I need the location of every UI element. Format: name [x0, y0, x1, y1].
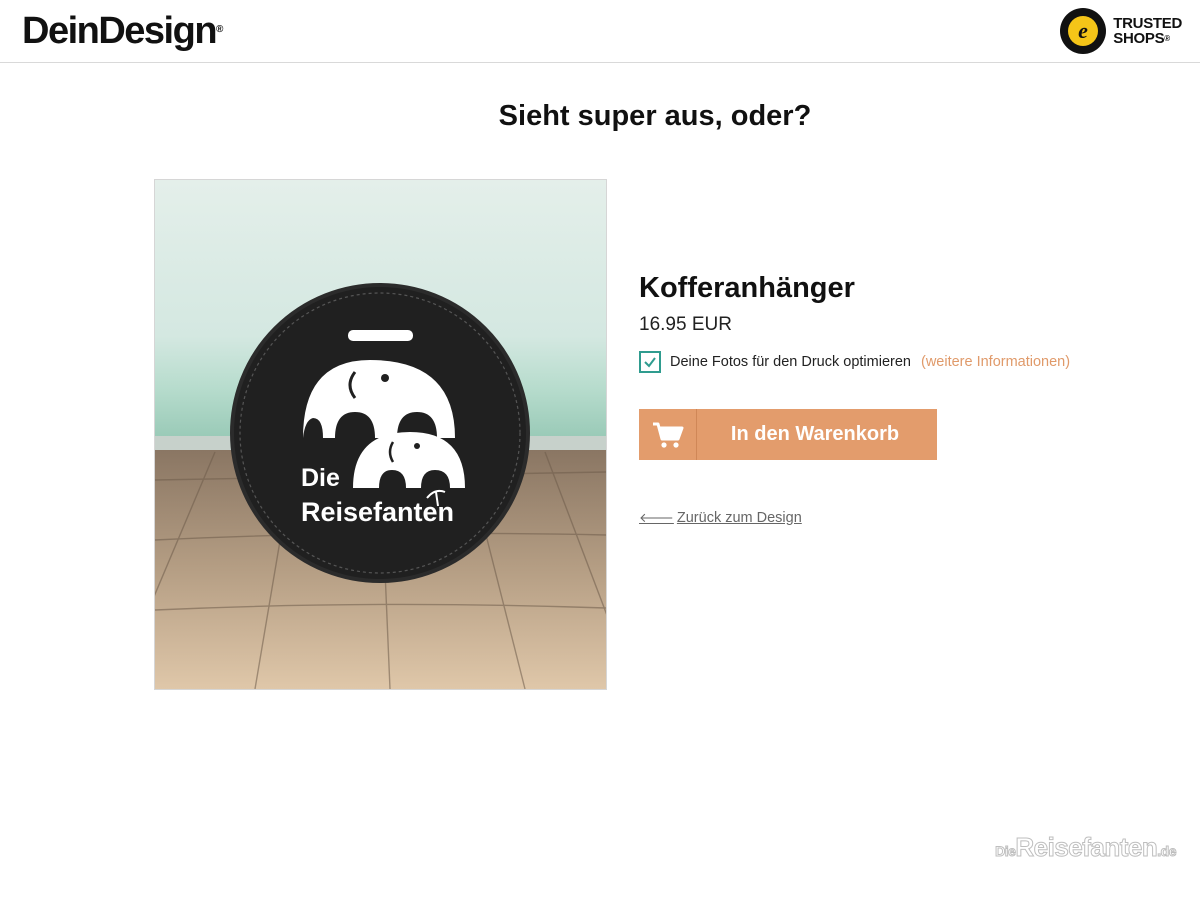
arrow-left-icon: 🡐 — [639, 510, 674, 525]
page-title: Sieht super aus, oder? — [498, 100, 812, 132]
back-to-design-link[interactable]: 🡐 Zurück zum Design — [639, 510, 802, 526]
back-to-design-label: Zurück zum Design — [676, 510, 802, 526]
add-to-cart-button[interactable]: In den Warenkorb — [639, 409, 937, 460]
product-name: Kofferanhänger — [639, 272, 855, 304]
cart-icon — [639, 409, 697, 460]
watermark-text: DieReisefanten.de — [995, 832, 1177, 863]
trusted-shops-text: TRUSTED SHOPS® — [1113, 16, 1182, 46]
optimize-photos-label[interactable]: Deine Fotos für den Druck optimieren — [670, 354, 911, 370]
optimize-photos-checkbox[interactable] — [639, 351, 661, 373]
registered-mark: ® — [216, 24, 224, 35]
trusted-shops-badge[interactable]: e TRUSTED SHOPS® — [1059, 6, 1182, 56]
header: DeinDesign® e TRUSTED SHOPS® — [0, 0, 1200, 63]
deindesign-logo[interactable]: DeinDesign® — [22, 10, 223, 53]
product-price: 16.95 EUR — [639, 314, 732, 335]
trusted-shops-line2: SHOPS — [1113, 30, 1165, 47]
add-to-cart-label: In den Warenkorb — [730, 423, 900, 445]
trusted-shops-mark: ® — [1164, 34, 1170, 43]
trusted-shops-seal-icon: e — [1060, 8, 1107, 54]
check-icon — [644, 357, 656, 368]
svg-text:e: e — [1078, 18, 1088, 43]
luggage-tag: Die Reisefanten — [230, 283, 530, 583]
reisefanten-watermark: DieReisefanten.de — [995, 832, 1177, 863]
more-info-link[interactable]: (weitere Informationen) — [921, 354, 1070, 370]
optimize-option: Deine Fotos für den Druck optimieren (we… — [639, 351, 1070, 373]
product-preview-image: Die Reisefanten — [154, 179, 607, 690]
svg-text:Die: Die — [301, 464, 340, 492]
svg-text:Reisefanten: Reisefanten — [301, 497, 454, 527]
trusted-shops-line1: TRUSTED — [1113, 15, 1182, 32]
